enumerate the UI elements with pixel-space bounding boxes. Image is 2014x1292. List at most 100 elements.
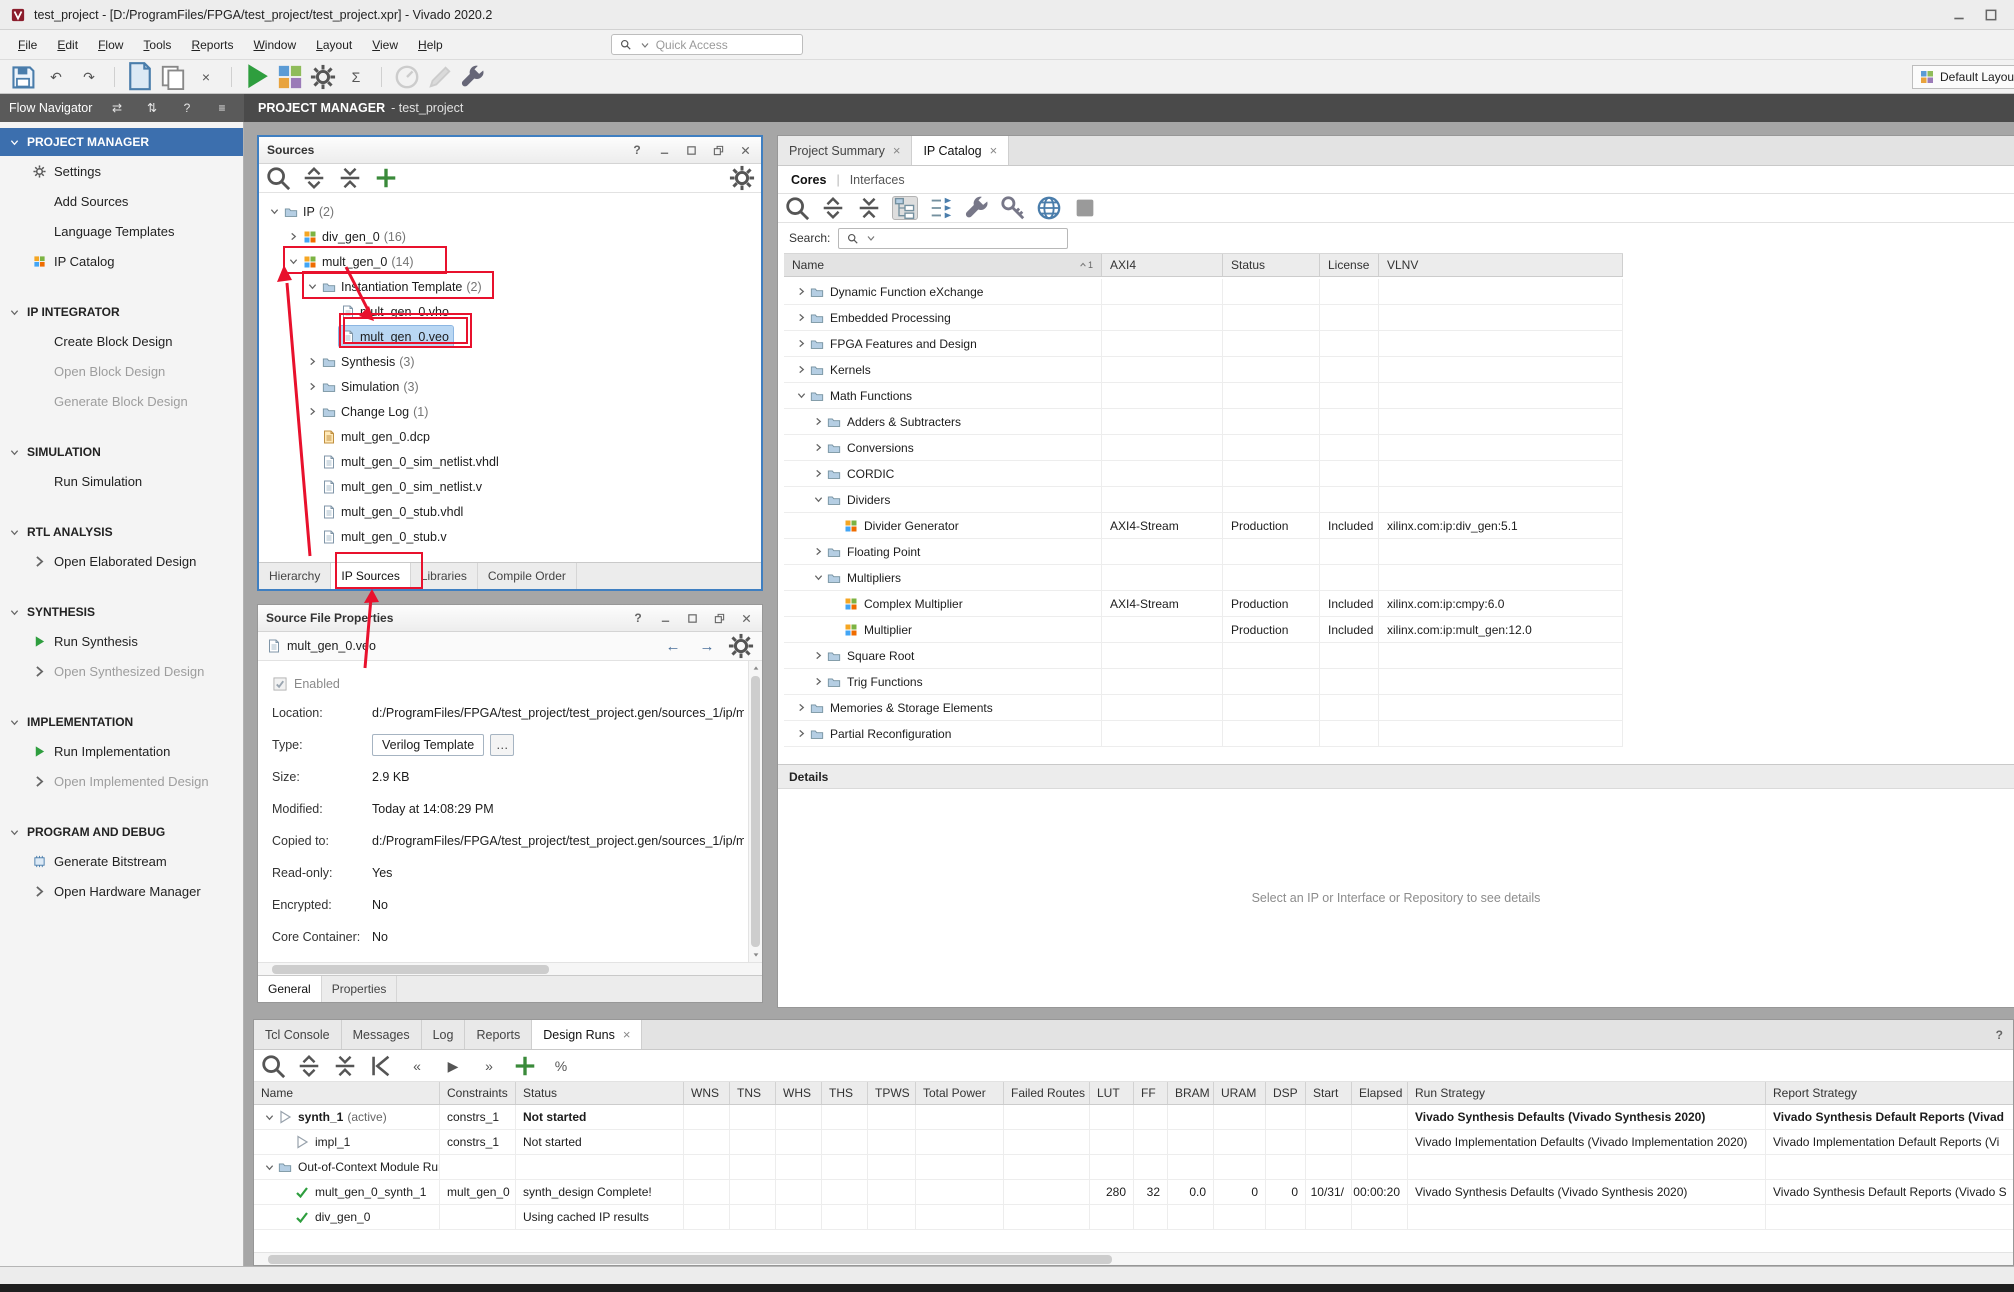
catalog-column-name[interactable]: Name1 — [784, 254, 1102, 276]
catalog-column-axi4[interactable]: AXI4 — [1102, 254, 1223, 276]
source-tree-item-div-gen-0[interactable]: div_gen_0(16) — [259, 224, 761, 249]
runs-collapse-all-button[interactable] — [296, 1054, 322, 1078]
chevron-right-icon[interactable] — [794, 310, 809, 325]
sources-float-button[interactable] — [710, 142, 726, 158]
bottom-tab-tcl-console[interactable]: Tcl Console — [254, 1020, 342, 1049]
nav-item-open-hardware-manager[interactable]: Open Hardware Manager — [0, 876, 243, 906]
chevron-down-icon[interactable] — [7, 605, 22, 620]
nav-item-ip-catalog[interactable]: IP Catalog — [0, 246, 243, 276]
source-tree-item-ip[interactable]: IP(2) — [259, 199, 761, 224]
layout-selector[interactable]: Default Layou — [1912, 65, 2014, 89]
chevron-right-icon[interactable] — [811, 466, 826, 481]
pencil-button[interactable] — [427, 65, 453, 89]
close-tab-icon[interactable]: × — [623, 1027, 631, 1042]
menu-tools[interactable]: Tools — [133, 35, 181, 55]
nav-section-header-implementation[interactable]: IMPLEMENTATION — [0, 708, 243, 736]
run-row-synth-1[interactable]: synth_1(active)constrs_1Not startedVivad… — [254, 1105, 2014, 1130]
catalog-row-cordic[interactable]: CORDIC — [784, 461, 1623, 487]
menu-edit[interactable]: Edit — [47, 35, 88, 55]
source-tree-item-mult-gen-0-sim-netlist-vhdl[interactable]: mult_gen_0_sim_netlist.vhdl — [259, 449, 761, 474]
catalog-customize-button[interactable] — [964, 196, 990, 220]
runs-column-bram[interactable]: BRAM — [1168, 1082, 1214, 1104]
catalog-row-kernels[interactable]: Kernels — [784, 357, 1623, 383]
undo-button[interactable]: ↶ — [43, 65, 69, 89]
probe-button[interactable] — [460, 65, 486, 89]
chevron-right-icon[interactable] — [794, 700, 809, 715]
runs-column-total-power[interactable]: Total Power — [916, 1082, 1004, 1104]
document-tab-project-summary[interactable]: Project Summary× — [778, 136, 912, 165]
catalog-row-dynamic-function-exchange[interactable]: Dynamic Function eXchange — [784, 279, 1623, 305]
properties-close-button[interactable] — [738, 610, 754, 626]
sources-settings-button[interactable] — [729, 166, 755, 190]
nav-item-open-elaborated-design[interactable]: Open Elaborated Design — [0, 546, 243, 576]
runs-column-lut[interactable]: LUT — [1090, 1082, 1134, 1104]
runs-add-button[interactable] — [512, 1054, 538, 1078]
runs-column-elapsed[interactable]: Elapsed — [1352, 1082, 1408, 1104]
blocks-button[interactable] — [277, 65, 303, 89]
quick-access-input[interactable]: Quick Access — [611, 34, 803, 55]
scroll-down-icon[interactable] — [752, 949, 760, 961]
properties-tab-properties[interactable]: Properties — [322, 976, 398, 1002]
runs-search-button[interactable] — [260, 1054, 286, 1078]
source-tree-item-simulation[interactable]: Simulation(3) — [259, 374, 761, 399]
properties-help-button[interactable]: ? — [630, 610, 646, 626]
chevron-down-icon[interactable] — [305, 279, 320, 294]
help-icon[interactable]: ? — [1996, 1020, 2013, 1049]
catalog-web-button[interactable] — [1036, 196, 1062, 220]
runs-column-run-strategy[interactable]: Run Strategy — [1408, 1082, 1766, 1104]
chevron-right-icon[interactable] — [286, 229, 301, 244]
nav-item-create-block-design[interactable]: Create Block Design — [0, 326, 243, 356]
chevron-down-icon[interactable] — [262, 1110, 277, 1125]
source-tree-item-mult-gen-0-vho[interactable]: mult_gen_0.vho — [259, 299, 761, 324]
properties-minimize-button[interactable] — [657, 610, 673, 626]
source-tree-item-mult-gen-0-sim-netlist-v[interactable]: mult_gen_0_sim_netlist.v — [259, 474, 761, 499]
bottom-tab-log[interactable]: Log — [422, 1020, 466, 1049]
sources-tab-libraries[interactable]: Libraries — [411, 563, 478, 589]
menu-view[interactable]: View — [362, 35, 408, 55]
nav-item-add-sources[interactable]: Add Sources — [0, 186, 243, 216]
properties-tab-general[interactable]: General — [258, 976, 322, 1002]
catalog-row-adders-subtracters[interactable]: Adders & Subtracters — [784, 409, 1623, 435]
nav-section-header-rtl-analysis[interactable]: RTL ANALYSIS — [0, 518, 243, 546]
run-button[interactable] — [244, 65, 270, 89]
swap-icon[interactable]: ⇄ — [104, 96, 130, 120]
menu-file[interactable]: File — [8, 35, 47, 55]
properties-settings-button[interactable] — [728, 634, 754, 658]
runs-column-failed-routes[interactable]: Failed Routes — [1004, 1082, 1090, 1104]
catalog-row-complex-multiplier[interactable]: Complex MultiplierAXI4-StreamProductionI… — [784, 591, 1623, 617]
runs-first-button[interactable] — [368, 1054, 394, 1078]
source-tree-item-synthesis[interactable]: Synthesis(3) — [259, 349, 761, 374]
nav-section-header-ip-integrator[interactable]: IP INTEGRATOR — [0, 298, 243, 326]
chevron-right-icon[interactable] — [794, 726, 809, 741]
chevron-down-icon[interactable] — [7, 135, 22, 150]
bottom-tab-design-runs[interactable]: Design Runs× — [532, 1020, 642, 1049]
runs-backward-button[interactable]: « — [404, 1054, 430, 1078]
run-row-mult-gen-0-synth-1[interactable]: mult_gen_0_synth_1mult_gen_0synth_design… — [254, 1180, 2014, 1205]
menu-icon[interactable]: ≡ — [209, 96, 235, 120]
copy-button[interactable] — [160, 65, 186, 89]
runs-column-uram[interactable]: URAM — [1214, 1082, 1266, 1104]
type-dropdown[interactable]: Verilog Template — [372, 734, 484, 756]
source-tree-item-mult-gen-0-stub-v[interactable]: mult_gen_0_stub.v — [259, 524, 761, 549]
run-row-out-of-context-module-runs[interactable]: Out-of-Context Module Runs — [254, 1155, 2014, 1180]
sources-tab-ip-sources[interactable]: IP Sources — [331, 563, 410, 589]
menu-flow[interactable]: Flow — [88, 35, 133, 55]
chevron-down-icon[interactable] — [794, 388, 809, 403]
sources-close-button[interactable] — [737, 142, 753, 158]
sources-search-button[interactable] — [265, 166, 291, 190]
nav-item-open-block-design[interactable]: Open Block Design — [0, 356, 243, 386]
enabled-checkbox[interactable] — [272, 676, 288, 692]
source-tree-item-mult-gen-0-veo[interactable]: mult_gen_0.veo — [259, 324, 761, 349]
runs-column-wns[interactable]: WNS — [684, 1082, 730, 1104]
close-tab-icon[interactable]: × — [893, 143, 901, 158]
bottom-tab-messages[interactable]: Messages — [342, 1020, 422, 1049]
catalog-row-embedded-processing[interactable]: Embedded Processing — [784, 305, 1623, 331]
catalog-search-input[interactable] — [838, 228, 1068, 249]
document-tab-ip-catalog[interactable]: IP Catalog× — [912, 136, 1009, 165]
sources-help-button[interactable]: ? — [629, 142, 645, 158]
nav-item-run-simulation[interactable]: Run Simulation — [0, 466, 243, 496]
catalog-row-partial-reconfiguration[interactable]: Partial Reconfiguration — [784, 721, 1623, 747]
catalog-row-conversions[interactable]: Conversions — [784, 435, 1623, 461]
report-button[interactable] — [127, 65, 153, 89]
run-row-impl-1[interactable]: impl_1constrs_1Not startedVivado Impleme… — [254, 1130, 2014, 1155]
